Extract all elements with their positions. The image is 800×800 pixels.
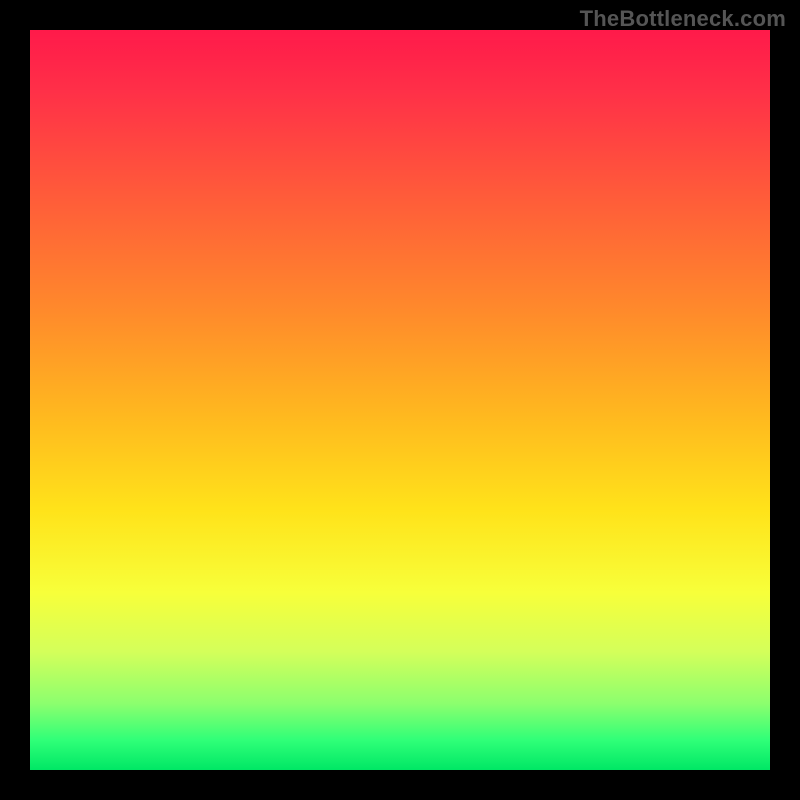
- plot-area: [30, 30, 770, 770]
- chart-frame: TheBottleneck.com: [0, 0, 800, 800]
- watermark-text: TheBottleneck.com: [580, 6, 786, 32]
- gradient-background: [30, 30, 770, 770]
